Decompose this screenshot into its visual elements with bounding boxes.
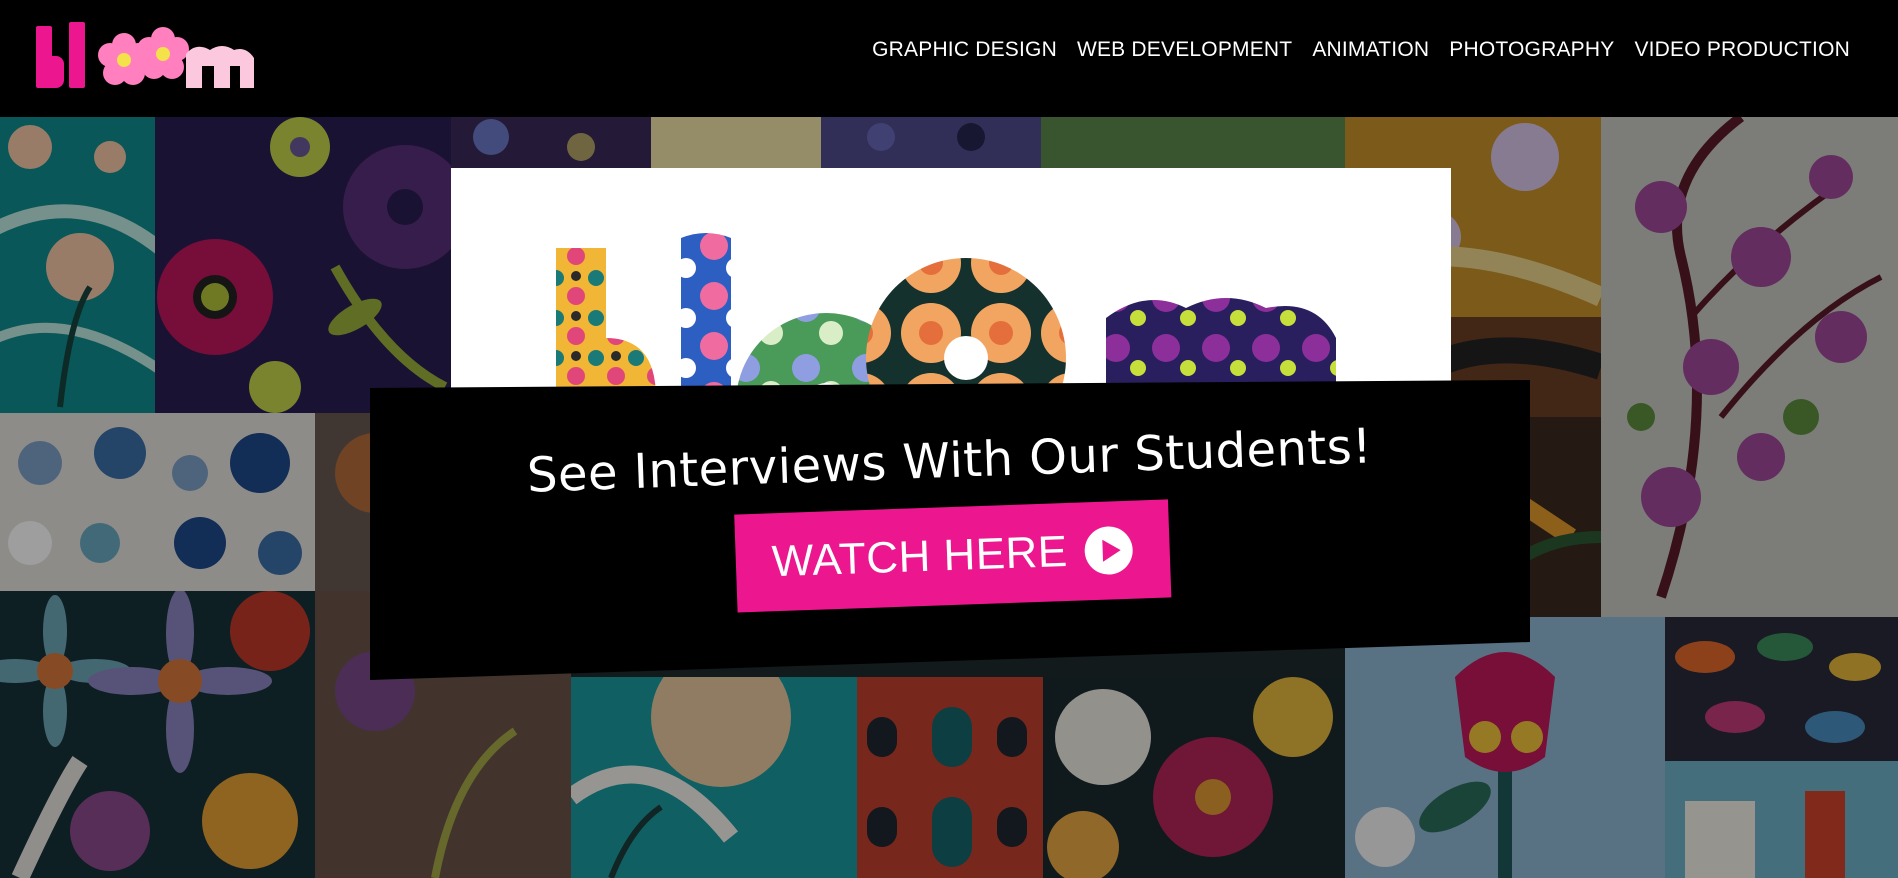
artwork-tile <box>1665 617 1898 761</box>
play-circle-icon <box>1084 526 1133 575</box>
artwork-tile <box>0 413 315 591</box>
artwork-tile <box>571 677 857 878</box>
artwork-tile <box>1345 617 1665 878</box>
nav-web-development[interactable]: WEB DEVELOPMENT <box>1077 38 1292 62</box>
artwork-tile <box>0 117 155 413</box>
bloom-logo[interactable] <box>36 20 258 92</box>
nav-graphic-design[interactable]: GRAPHIC DESIGN <box>872 38 1057 62</box>
nav-video-production[interactable]: VIDEO PRODUCTION <box>1634 38 1850 62</box>
artwork-tile <box>1601 117 1898 617</box>
watch-here-button[interactable]: WATCH HERE <box>734 499 1172 613</box>
artwork-tile <box>0 591 315 878</box>
artwork-tile <box>1043 677 1345 878</box>
nav-photography[interactable]: PHOTOGRAPHY <box>1449 38 1614 62</box>
artwork-tile <box>155 117 451 413</box>
nav-animation[interactable]: ANIMATION <box>1312 38 1429 62</box>
artwork-tile <box>857 677 1043 878</box>
site-header: GRAPHIC DESIGN WEB DEVELOPMENT ANIMATION… <box>0 0 1898 117</box>
main-nav: GRAPHIC DESIGN WEB DEVELOPMENT ANIMATION… <box>872 38 1850 62</box>
watch-here-label: WATCH HERE <box>771 526 1069 587</box>
artwork-tile <box>1665 761 1898 878</box>
